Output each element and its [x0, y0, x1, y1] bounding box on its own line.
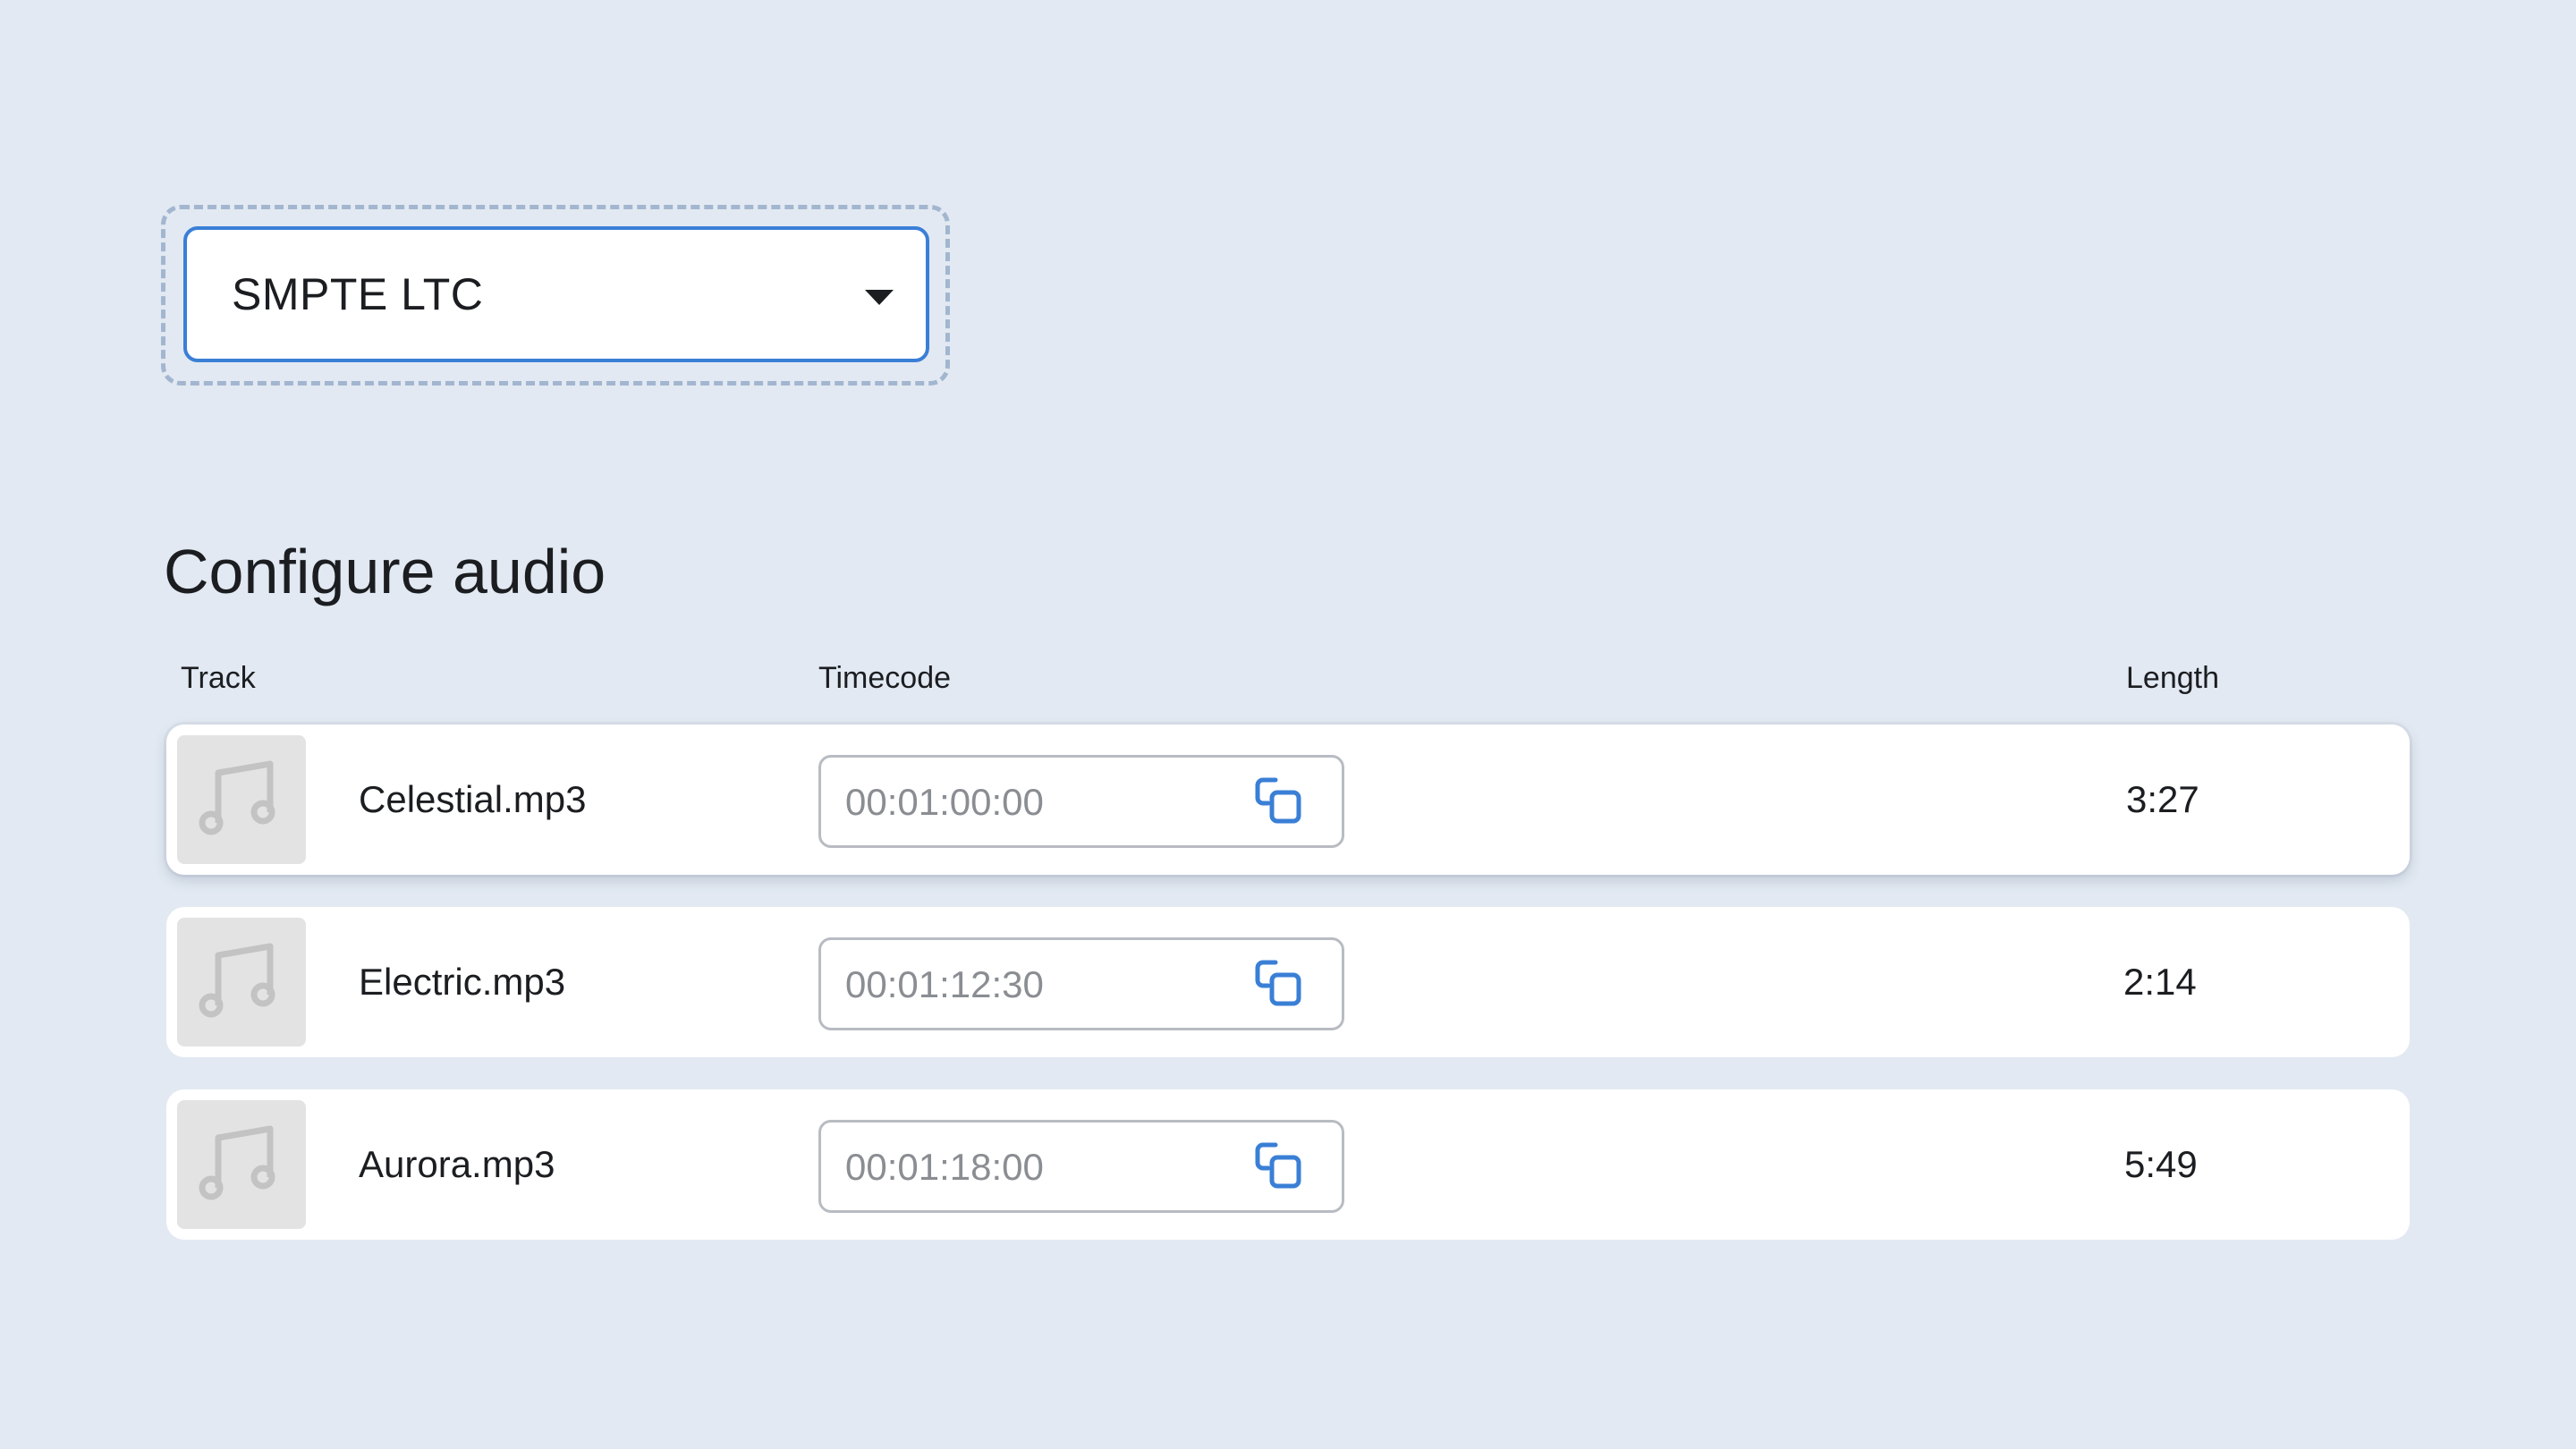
section-title: Configure audio: [164, 537, 606, 606]
caret-down-icon: [865, 290, 894, 305]
timecode-format-value: SMPTE LTC: [232, 269, 484, 319]
track-name: Electric.mp3: [359, 961, 566, 1003]
copy-icon[interactable]: [1252, 957, 1308, 1013]
timecode-input[interactable]: 00:01:18:00: [818, 1120, 1344, 1213]
track-thumbnail: [177, 1100, 306, 1229]
track-row[interactable]: Celestial.mp3 00:01:00:00 3:27: [166, 724, 2410, 875]
timecode-input[interactable]: 00:01:12:30: [818, 937, 1344, 1030]
timecode-value: 00:01:00:00: [845, 781, 1044, 823]
track-row[interactable]: Electric.mp3 00:01:12:30 2:14: [166, 907, 2410, 1057]
track-thumbnail: [177, 735, 306, 864]
track-thumbnail: [177, 918, 306, 1046]
copy-icon[interactable]: [1252, 1140, 1308, 1195]
timecode-format-select[interactable]: SMPTE LTC: [183, 226, 929, 362]
track-length: 3:27: [2126, 778, 2199, 820]
track-name: Aurora.mp3: [359, 1143, 555, 1185]
timecode-value: 00:01:18:00: [845, 1146, 1044, 1188]
copy-icon[interactable]: [1252, 775, 1308, 830]
track-name: Celestial.mp3: [359, 778, 587, 820]
column-header-timecode: Timecode: [818, 661, 952, 695]
track-row[interactable]: Aurora.mp3 00:01:18:00 5:49: [166, 1089, 2410, 1240]
music-note-icon: [199, 760, 275, 835]
column-header-length: Length: [2126, 661, 2219, 695]
timecode-input[interactable]: 00:01:00:00: [818, 755, 1344, 848]
track-length: 5:49: [2124, 1143, 2198, 1185]
music-note-icon: [199, 1125, 275, 1200]
timecode-value: 00:01:12:30: [845, 963, 1044, 1005]
column-header-track: Track: [181, 661, 256, 695]
track-length: 2:14: [2123, 961, 2197, 1003]
music-note-icon: [199, 943, 275, 1018]
